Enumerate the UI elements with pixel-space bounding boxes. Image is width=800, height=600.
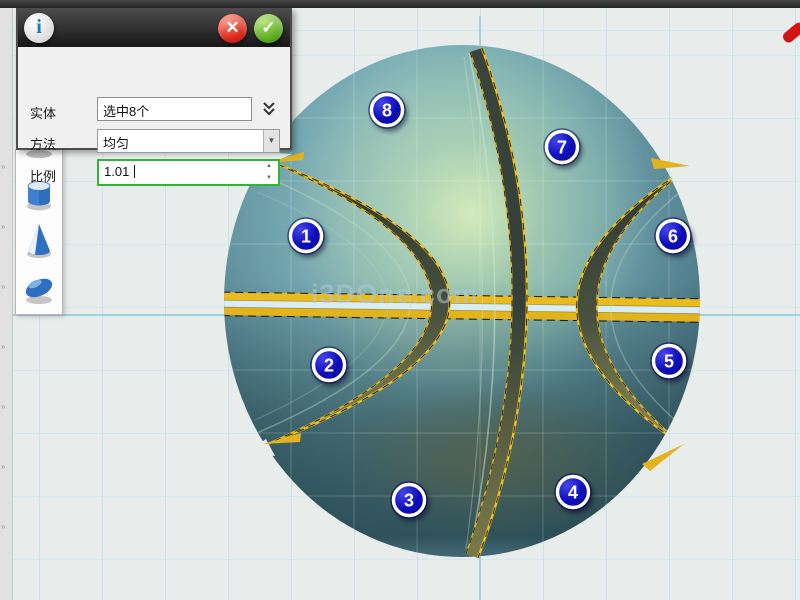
scale-spinbox[interactable]: 1.01 ▲ ▼ <box>97 159 280 186</box>
badge-1[interactable]: 1 <box>288 218 324 254</box>
entity-input[interactable]: 选中8个 <box>97 97 252 121</box>
badge-5[interactable]: 5 <box>651 343 687 379</box>
collapsed-panel-strip[interactable]: » » » » » » » <box>0 8 13 600</box>
spin-up-icon[interactable]: ▲ <box>262 161 276 173</box>
method-value: 均匀 <box>98 130 279 152</box>
info-icon: i <box>24 13 54 43</box>
strip-grip-icon: » <box>1 343 12 351</box>
watermark-text: i3DOne.com <box>311 279 479 309</box>
spin-down-icon[interactable]: ▼ <box>262 173 276 185</box>
svg-text:1: 1 <box>301 227 311 247</box>
strip-grip-icon: » <box>1 223 12 231</box>
strip-grip-icon: » <box>1 403 12 411</box>
svg-text:4: 4 <box>568 483 578 503</box>
confirm-button[interactable]: ✓ <box>254 14 283 43</box>
expand-chevrons-icon[interactable] <box>258 98 280 120</box>
dialog-body: 实体 选中8个 方法 均匀 ▼ 比例 1.01 ▲ ▼ <box>18 47 290 148</box>
text-caret <box>134 165 135 178</box>
ellipsoid-icon[interactable] <box>23 275 55 304</box>
scale-value: 1.01 <box>99 161 134 179</box>
scale-dialog: i ✕ ✓ 实体 选中8个 方法 均匀 ▼ 比例 1.01 ▲ <box>16 8 292 150</box>
svg-text:2: 2 <box>324 356 334 376</box>
badge-2[interactable]: 2 <box>311 347 347 383</box>
cone-icon[interactable] <box>27 224 51 258</box>
compass-pointer-icon <box>781 21 800 45</box>
badge-7[interactable]: 7 <box>544 129 580 165</box>
entity-field-label: 实体 <box>30 103 56 122</box>
svg-text:5: 5 <box>664 352 674 372</box>
strip-grip-icon: » <box>1 283 12 291</box>
svg-text:6: 6 <box>668 227 678 247</box>
svg-text:8: 8 <box>382 101 392 121</box>
method-field-label: 方法 <box>30 134 56 153</box>
svg-text:3: 3 <box>404 491 414 511</box>
method-dropdown[interactable]: 均匀 ▼ <box>97 129 280 153</box>
badge-6[interactable]: 6 <box>655 218 691 254</box>
cancel-button[interactable]: ✕ <box>218 14 247 43</box>
app-titlebar <box>0 0 800 8</box>
strip-grip-icon: » <box>1 463 12 471</box>
cylinder-icon[interactable] <box>27 182 51 211</box>
dropdown-arrow-icon[interactable]: ▼ <box>263 130 279 152</box>
dialog-titlebar[interactable]: i ✕ ✓ <box>18 10 290 47</box>
app-window: i3DOne.com 1 2 3 4 5 <box>0 0 800 600</box>
entity-value: 选中8个 <box>103 104 149 119</box>
scale-field-label: 比例 <box>30 166 56 185</box>
strip-grip-icon: » <box>1 163 12 171</box>
spinner-arrows[interactable]: ▲ ▼ <box>262 161 276 184</box>
badge-4[interactable]: 4 <box>555 474 591 510</box>
svg-text:7: 7 <box>557 138 567 158</box>
strip-grip-icon: » <box>1 523 12 531</box>
badge-8[interactable]: 8 <box>369 92 405 128</box>
badge-3[interactable]: 3 <box>391 482 427 518</box>
